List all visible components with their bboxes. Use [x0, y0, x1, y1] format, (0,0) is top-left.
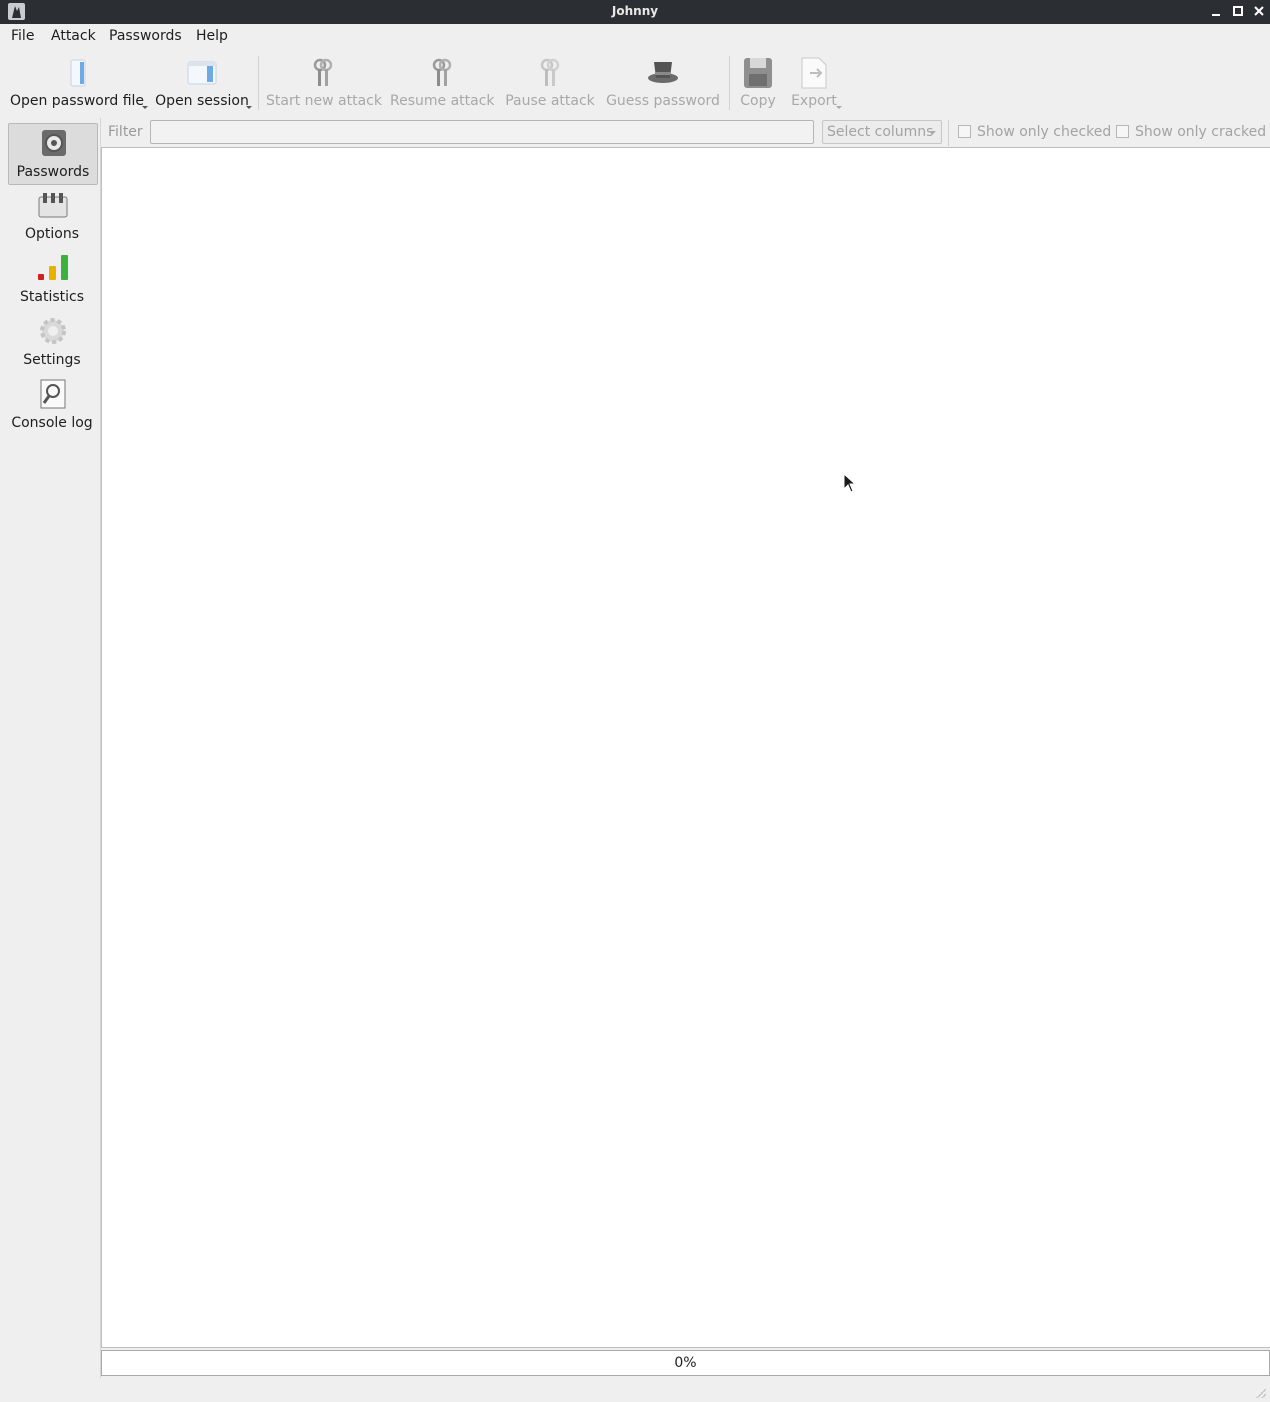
sidebar-item-label: Settings [23, 352, 81, 368]
keys-icon [533, 56, 567, 90]
keys-icon [425, 56, 459, 90]
sidebar-item-passwords[interactable]: Passwords [8, 123, 98, 185]
password-table[interactable] [101, 147, 1270, 1348]
sidebar-item-options[interactable]: Options [8, 186, 96, 246]
show-only-cracked-label: Show only cracked [1135, 124, 1267, 140]
start-new-attack-label: Start new attack [266, 93, 382, 109]
gear-icon [37, 315, 69, 347]
statistics-icon [37, 252, 69, 284]
menu-attack[interactable]: Attack [51, 28, 96, 44]
safe-icon [38, 127, 70, 159]
pause-attack-button[interactable]: Pause attack [504, 48, 596, 116]
magic-hat-icon [646, 56, 680, 90]
toolbar-separator [258, 56, 259, 110]
sidebar-item-label: Statistics [20, 289, 84, 305]
menu-help[interactable]: Help [196, 28, 228, 44]
export-button[interactable]: Export [788, 48, 842, 116]
title-bar: Johnny [0, 0, 1270, 24]
dropdown-arrow-icon [836, 106, 842, 109]
sidebar-item-label: Console log [11, 415, 93, 431]
sidebar-item-label: Options [24, 226, 80, 242]
sidebar: Passwords Options Statistics Settings Co… [2, 118, 101, 1378]
select-columns-dropdown[interactable]: Select columns [822, 120, 942, 144]
console-log-icon [37, 378, 69, 410]
keys-icon [306, 56, 340, 90]
mouse-cursor-icon [843, 472, 857, 493]
floppy-disk-icon [741, 56, 775, 90]
sidebar-item-label: Passwords [16, 164, 90, 180]
export-label: Export [791, 93, 837, 109]
select-columns-label: Select columns [827, 124, 934, 140]
chevron-down-icon [930, 131, 936, 134]
show-only-checked-label: Show only checked [977, 124, 1112, 140]
sidebar-item-console-log[interactable]: Console log [8, 375, 96, 435]
checkbox-box[interactable] [958, 125, 971, 138]
filter-separator [948, 120, 949, 146]
window-title: Johnny [611, 4, 659, 18]
checkbox-box[interactable] [1116, 125, 1129, 138]
status-bar [0, 1378, 1270, 1402]
open-session-button[interactable]: Open session [154, 48, 252, 116]
open-password-file-label: Open password file [9, 93, 145, 109]
menu-file[interactable]: File [11, 28, 34, 44]
resume-attack-label: Resume attack [390, 93, 495, 109]
options-icon [37, 189, 69, 221]
dropdown-arrow-icon [246, 106, 252, 109]
sidebar-item-statistics[interactable]: Statistics [8, 249, 96, 309]
toolbar: Open password file Open session Start ne… [0, 48, 1270, 116]
resize-grip-icon[interactable] [1256, 1388, 1266, 1398]
menu-passwords[interactable]: Passwords [109, 28, 182, 44]
filter-input[interactable] [150, 120, 814, 144]
copy-button[interactable]: Copy [736, 48, 780, 116]
export-icon [797, 56, 831, 90]
copy-label: Copy [740, 93, 776, 109]
menu-bar: File Attack Passwords Help [0, 24, 1270, 48]
maximize-icon[interactable] [1231, 4, 1245, 18]
sidebar-item-settings[interactable]: Settings [8, 312, 96, 372]
dropdown-arrow-icon [142, 106, 148, 109]
start-new-attack-button[interactable]: Start new attack [266, 48, 382, 116]
open-session-label: Open session [155, 93, 249, 109]
open-file-icon [60, 56, 94, 90]
open-password-file-button[interactable]: Open password file [8, 48, 148, 116]
minimize-icon[interactable] [1209, 4, 1223, 18]
filter-label: Filter [108, 124, 143, 140]
filter-bar: Filter Select columns Show only checked … [102, 118, 1270, 148]
guess-password-button[interactable]: Guess password [606, 48, 720, 116]
progress-label: 0% [674, 1355, 697, 1371]
toolbar-separator [729, 56, 730, 110]
progress-bar: 0% [101, 1350, 1270, 1376]
close-icon[interactable] [1252, 4, 1266, 18]
guess-password-label: Guess password [606, 93, 720, 109]
resume-attack-button[interactable]: Resume attack [390, 48, 495, 116]
open-session-icon [185, 56, 219, 90]
pause-attack-label: Pause attack [505, 93, 595, 109]
